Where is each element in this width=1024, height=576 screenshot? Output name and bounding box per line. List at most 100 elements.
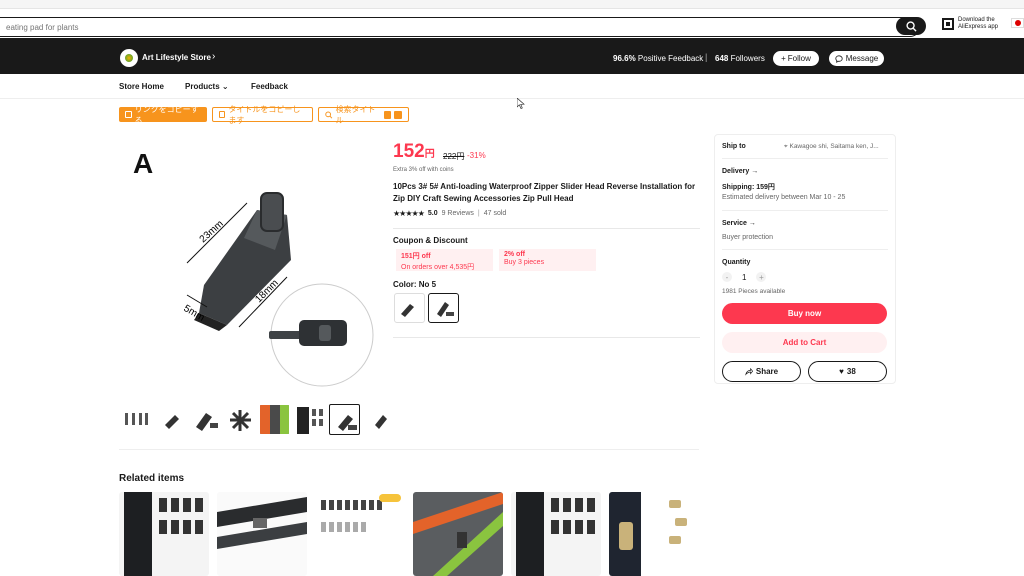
message-button[interactable]: Message bbox=[829, 51, 884, 66]
copy-title-label: タイトルをコピーします bbox=[228, 104, 301, 125]
thumbnail-selected[interactable] bbox=[329, 404, 360, 435]
image-letter: A bbox=[133, 148, 153, 179]
star-rating-icon: ★★★★★ bbox=[393, 209, 425, 218]
quantity-label: Quantity bbox=[722, 259, 751, 266]
quantity-value[interactable]: 1 bbox=[742, 273, 746, 282]
quantity-decrease-button[interactable]: - bbox=[722, 272, 732, 282]
wishlist-count: 38 bbox=[846, 367, 856, 376]
taobao-icon bbox=[394, 110, 403, 119]
related-item[interactable] bbox=[315, 492, 405, 576]
color-swatch[interactable] bbox=[394, 293, 425, 323]
arrow-right-icon: → bbox=[751, 168, 759, 175]
delivery-link[interactable]: Delivery → bbox=[722, 168, 758, 175]
coins-note: Extra 3% off with coins bbox=[393, 167, 454, 173]
sold-count: 47 sold bbox=[483, 210, 507, 217]
copy-icon bbox=[219, 111, 226, 118]
coupon-heading: Coupon & Discount bbox=[393, 236, 468, 245]
store-name[interactable]: Art Lifestyle Store bbox=[142, 53, 211, 62]
japan-flag-icon[interactable] bbox=[1011, 18, 1024, 28]
plus-icon: + bbox=[781, 54, 786, 63]
app-download[interactable]: Download the AliExpress app bbox=[942, 17, 998, 31]
followers-count: 648 bbox=[715, 54, 729, 63]
search-input[interactable] bbox=[0, 17, 920, 37]
service-value: Buyer protection bbox=[722, 234, 773, 241]
app-download-line1: Download the bbox=[958, 17, 995, 23]
related-item[interactable] bbox=[609, 492, 699, 576]
arrow-right-icon: → bbox=[748, 220, 756, 227]
store-logo[interactable] bbox=[120, 49, 138, 67]
service-link[interactable]: Service → bbox=[722, 220, 756, 227]
coupon-card[interactable]: 151円 off On orders over 4,535円 bbox=[396, 249, 493, 271]
ship-to-value[interactable]: ⌖ Kawagoe shi, Saitama ken, J... bbox=[784, 143, 879, 151]
thumbnail[interactable] bbox=[119, 404, 150, 435]
search-title-label: 検索タイトル bbox=[335, 104, 376, 125]
discount-badge: -31% bbox=[467, 151, 486, 160]
chevron-right-icon[interactable]: › bbox=[212, 51, 215, 62]
related-item[interactable] bbox=[511, 492, 601, 576]
rating-row: ★★★★★ 5.0 9 Reviews | 47 sold bbox=[393, 209, 506, 218]
add-to-cart-button[interactable]: Add to Cart bbox=[722, 332, 887, 353]
share-label: Share bbox=[755, 367, 779, 376]
related-item[interactable] bbox=[119, 492, 209, 576]
delivery-label: Delivery bbox=[722, 168, 750, 175]
copy-link-label: リンクをコピーする bbox=[134, 104, 199, 125]
shipping-cost: Shipping: 159円 bbox=[722, 184, 775, 191]
wishlist-button[interactable]: ♥ 38 bbox=[808, 361, 887, 382]
coupon-card[interactable]: 2% off Buy 3 pieces bbox=[499, 249, 596, 271]
color-swatch-selected[interactable] bbox=[428, 293, 459, 323]
related-item[interactable] bbox=[217, 492, 307, 576]
share-icon bbox=[745, 367, 753, 376]
search-button[interactable] bbox=[896, 17, 926, 35]
nav-feedback[interactable]: Feedback bbox=[251, 82, 288, 91]
search-bar bbox=[0, 14, 924, 39]
thumbnail[interactable] bbox=[294, 404, 325, 435]
follow-label: Follow bbox=[787, 54, 811, 63]
panel-divider bbox=[722, 158, 888, 159]
related-items-heading: Related items bbox=[119, 473, 185, 484]
original-price: 222円 bbox=[443, 152, 465, 161]
product-main-image[interactable]: A 23mm 18mm 5mm bbox=[119, 135, 381, 397]
rating-value: 5.0 bbox=[427, 210, 438, 217]
copy-title-button[interactable]: タイトルをコピーします bbox=[212, 105, 313, 125]
thumbnail[interactable] bbox=[154, 404, 185, 435]
search-icon bbox=[905, 20, 917, 32]
price-value: 152 bbox=[393, 141, 425, 162]
coupon-condition: Buy 3 pieces bbox=[504, 259, 545, 266]
positive-feedback-pct: 96.6% bbox=[613, 54, 636, 63]
followers: 648 Followers bbox=[715, 54, 765, 63]
quantity-increase-button[interactable]: + bbox=[756, 272, 767, 282]
chat-icon bbox=[835, 54, 843, 63]
thumbnail[interactable] bbox=[224, 404, 255, 435]
thumbnail[interactable] bbox=[189, 404, 220, 435]
color-label: Color: No 5 bbox=[393, 280, 437, 289]
share-button[interactable]: Share bbox=[722, 361, 801, 382]
related-item[interactable] bbox=[413, 492, 503, 576]
panel-divider bbox=[722, 210, 888, 211]
buy-now-button[interactable]: Buy now bbox=[722, 303, 887, 324]
dim-23mm: 23mm bbox=[198, 218, 226, 245]
coupon-condition: On orders over 4,535円 bbox=[401, 264, 475, 271]
ship-to-value-text: Kawagoe shi, Saitama ken, J... bbox=[789, 143, 879, 150]
thumbnail[interactable] bbox=[364, 404, 395, 435]
coupon-title: 151円 off bbox=[401, 253, 431, 260]
app-download-line2: AliExpress app bbox=[958, 24, 999, 30]
nav-products[interactable]: Products ⌄ bbox=[185, 82, 229, 91]
positive-feedback-label: Positive Feedback bbox=[637, 54, 704, 63]
heart-icon: ♥ bbox=[839, 367, 844, 376]
rating-separator: | bbox=[477, 210, 480, 217]
search-title-button[interactable]: 検索タイトル bbox=[318, 105, 409, 125]
reviews-link[interactable]: 9 Reviews bbox=[442, 210, 474, 217]
aliexpress-icon bbox=[383, 110, 392, 119]
nav-store-home[interactable]: Store Home bbox=[119, 82, 164, 91]
stock-available: 1981 Pieces available bbox=[722, 288, 786, 295]
zipper-slider-graphic bbox=[194, 192, 291, 331]
header-separator: | bbox=[705, 52, 708, 62]
copy-link-button[interactable]: リンクをコピーする bbox=[119, 105, 207, 125]
store-subnav: Store Home Products ⌄ Feedback bbox=[0, 74, 1024, 99]
nav-products-label: Products bbox=[185, 82, 220, 91]
store-header: Art Lifestyle Store › 96.6% Positive Fee… bbox=[0, 38, 1024, 74]
search-icon bbox=[325, 111, 333, 118]
thumbnail[interactable] bbox=[259, 404, 290, 435]
divider bbox=[393, 337, 700, 338]
follow-button[interactable]: + Follow bbox=[773, 51, 819, 66]
